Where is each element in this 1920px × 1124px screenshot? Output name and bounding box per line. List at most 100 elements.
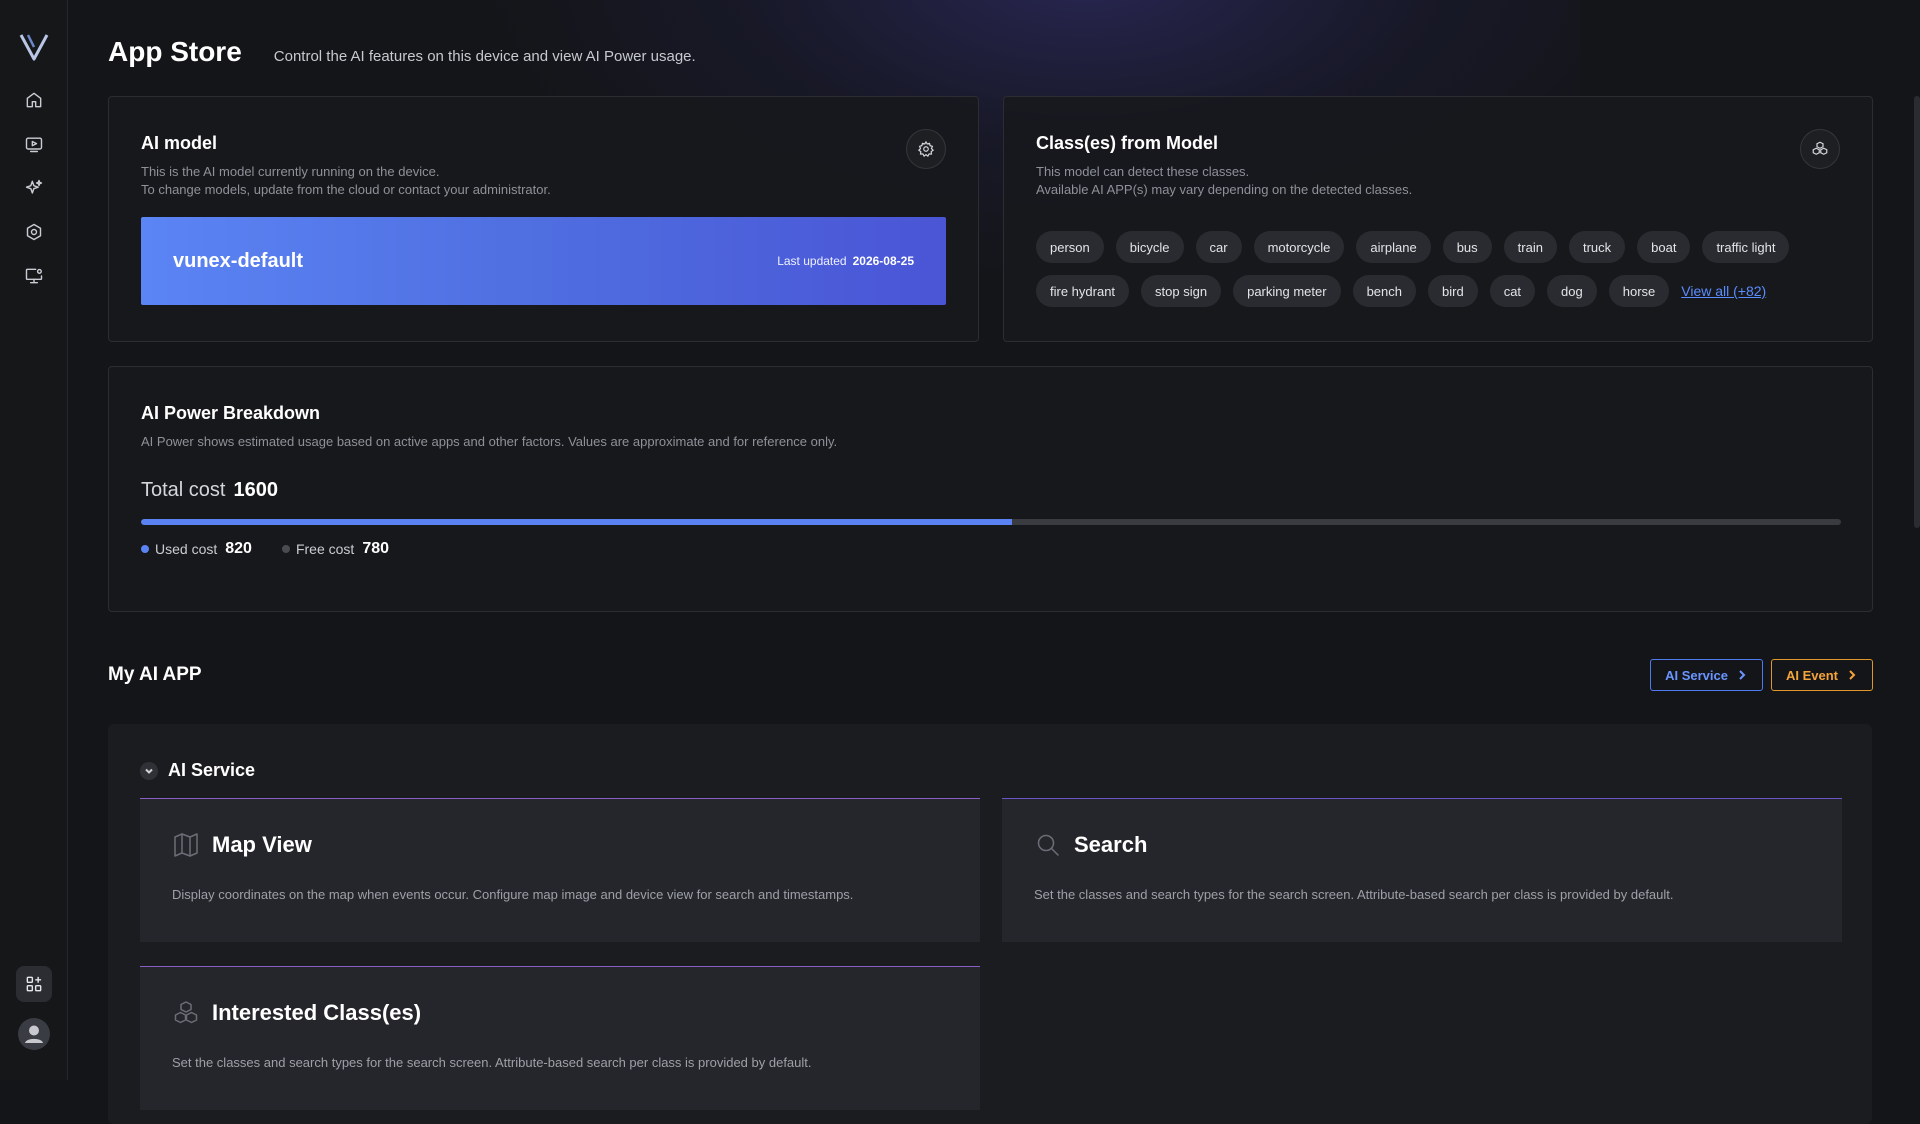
sidebar-item-home[interactable] xyxy=(22,88,46,112)
model-name: vunex-default xyxy=(173,249,304,272)
class-tag[interactable]: bicycle xyxy=(1115,231,1184,263)
home-icon xyxy=(26,92,41,108)
sidebar-item-video[interactable] xyxy=(22,132,46,156)
class-tag[interactable]: traffic light xyxy=(1702,231,1790,263)
view-all-classes-link[interactable]: View all (+82) xyxy=(1681,275,1766,307)
app-title: Map View xyxy=(212,832,312,857)
class-tag[interactable]: stop sign xyxy=(1141,275,1222,307)
class-tag[interactable]: bus xyxy=(1442,231,1492,263)
total-cost: Total cost 1600 xyxy=(141,479,278,502)
ai-service-button[interactable]: AI Service xyxy=(1650,659,1763,691)
app-title: Interested Class(es) xyxy=(212,1000,422,1025)
class-tag[interactable]: car xyxy=(1195,231,1242,263)
sidebar-bottom xyxy=(15,966,52,1050)
ai-model-description: This is the AI model currently running o… xyxy=(141,163,551,199)
app-card-header: Interested Class(es) xyxy=(172,999,421,1027)
ai-service-group-toggle[interactable]: AI Service xyxy=(140,760,255,781)
sidebar-item-device[interactable] xyxy=(22,264,46,288)
sparkles-icon xyxy=(25,179,42,194)
sidebar xyxy=(0,0,68,1080)
class-tag[interactable]: horse xyxy=(1608,275,1670,307)
app-filter-buttons: AI Service AI Event xyxy=(1650,659,1873,691)
last-updated-label: Last updated xyxy=(777,254,847,268)
chevron-right-icon xyxy=(1739,670,1746,680)
class-tag[interactable]: train xyxy=(1503,231,1557,263)
map-icon xyxy=(174,833,198,857)
last-updated-value: 2026-08-25 xyxy=(852,254,914,268)
ai-model-settings-button[interactable] xyxy=(906,129,946,169)
sidebar-item-settings[interactable] xyxy=(22,220,46,244)
free-cost-label: Free cost xyxy=(295,541,355,557)
class-tag[interactable]: truck xyxy=(1568,231,1626,263)
page-scrollbar[interactable] xyxy=(1914,96,1920,528)
free-dot-icon xyxy=(281,545,290,553)
class-tag[interactable]: fire hydrant xyxy=(1036,275,1130,307)
user-avatar[interactable] xyxy=(17,1018,50,1050)
ai-service-group-title: AI Service xyxy=(168,760,256,780)
total-cost-label: Total cost xyxy=(141,479,226,501)
used-dot-icon xyxy=(141,545,149,553)
app-card-search[interactable]: Search Set the classes and search types … xyxy=(1002,798,1842,942)
ai-event-button[interactable]: AI Event xyxy=(1770,659,1873,691)
ai-model-title: AI model xyxy=(141,133,218,153)
free-cost-value: 780 xyxy=(362,540,390,557)
cubes-icon xyxy=(1812,141,1828,155)
page-header: App Store Control the AI features on thi… xyxy=(108,36,696,68)
app-card-interested-classes[interactable]: Interested Class(es) Set the classes and… xyxy=(140,966,980,1110)
classes-card: Class(es) from Model This model can dete… xyxy=(1003,96,1873,342)
class-tag[interactable]: parking meter xyxy=(1233,275,1341,307)
last-updated: Last updated 2026-08-25 xyxy=(777,254,914,268)
chevron-down-icon xyxy=(140,761,158,780)
classes-title: Class(es) from Model xyxy=(1036,133,1219,153)
apps-icon xyxy=(26,976,41,992)
sidebar-nav xyxy=(22,88,46,288)
search-icon xyxy=(1037,834,1059,856)
ai-model-card: AI model This is the AI model currently … xyxy=(108,96,979,342)
chevron-right-icon xyxy=(1849,670,1856,680)
class-tag[interactable]: cat xyxy=(1489,275,1536,307)
classes-description: This model can detect these classes. Ava… xyxy=(1036,163,1412,199)
app-description: Set the classes and search types for the… xyxy=(172,1055,812,1070)
ai-power-card: AI Power Breakdown AI Power shows estima… xyxy=(108,366,1873,612)
sidebar-item-apps[interactable] xyxy=(15,966,52,1002)
class-tag[interactable]: boat xyxy=(1637,231,1691,263)
ai-service-button-label: AI Service xyxy=(1665,667,1728,683)
class-tag[interactable]: bench xyxy=(1352,275,1416,307)
ai-power-title: AI Power Breakdown xyxy=(141,403,321,423)
class-tag[interactable]: bird xyxy=(1428,275,1478,307)
ai-model-desc-line1: This is the AI model currently running o… xyxy=(141,164,440,179)
settings-icon xyxy=(26,223,41,241)
ai-event-button-label: AI Event xyxy=(1785,667,1838,683)
logo-icon xyxy=(19,34,48,61)
class-tag-list: person bicycle car motorcycle airplane bus tra… xyxy=(1036,231,1856,307)
app-card-map-view[interactable]: Map View Display coordinates on the map … xyxy=(140,798,980,942)
gear-icon xyxy=(917,140,935,157)
ai-model-desc-line2: To change models, update from the cloud … xyxy=(141,182,551,197)
class-tag[interactable]: airplane xyxy=(1356,231,1431,263)
app-description: Set the classes and search types for the… xyxy=(1034,887,1674,902)
page-title: App Store xyxy=(108,36,242,67)
power-progress-fill xyxy=(141,519,1013,525)
app-description: Display coordinates on the map when even… xyxy=(172,887,854,902)
my-ai-app-title: My AI APP xyxy=(108,664,202,685)
sidebar-item-ai[interactable] xyxy=(22,176,46,200)
legend-used: Used cost 820 xyxy=(141,540,252,558)
class-tag[interactable]: person xyxy=(1036,231,1104,263)
legend-free: Free cost 780 xyxy=(281,540,390,558)
page-subtitle: Control the AI features on this device a… xyxy=(273,48,696,65)
app-card-header: Map View xyxy=(172,831,312,859)
class-tag[interactable]: motorcycle xyxy=(1253,231,1345,263)
app-title: Search xyxy=(1074,832,1148,857)
total-cost-value: 1600 xyxy=(233,479,278,501)
app-card-header: Search xyxy=(1034,831,1147,859)
classes-desc-line1: This model can detect these classes. xyxy=(1036,164,1250,179)
model-banner: vunex-default Last updated 2026-08-25 xyxy=(141,217,946,305)
cubes-icon xyxy=(174,1001,198,1024)
user-avatar-icon xyxy=(24,1025,43,1043)
power-legend: Used cost 820 Free cost 780 xyxy=(141,540,389,558)
classes-settings-button[interactable] xyxy=(1800,129,1840,169)
video-icon xyxy=(25,137,42,153)
ai-service-group: AI Service Map View Display coordinates … xyxy=(108,724,1872,1124)
ai-power-description: AI Power shows estimated usage based on … xyxy=(141,434,838,449)
class-tag[interactable]: dog xyxy=(1547,275,1597,307)
